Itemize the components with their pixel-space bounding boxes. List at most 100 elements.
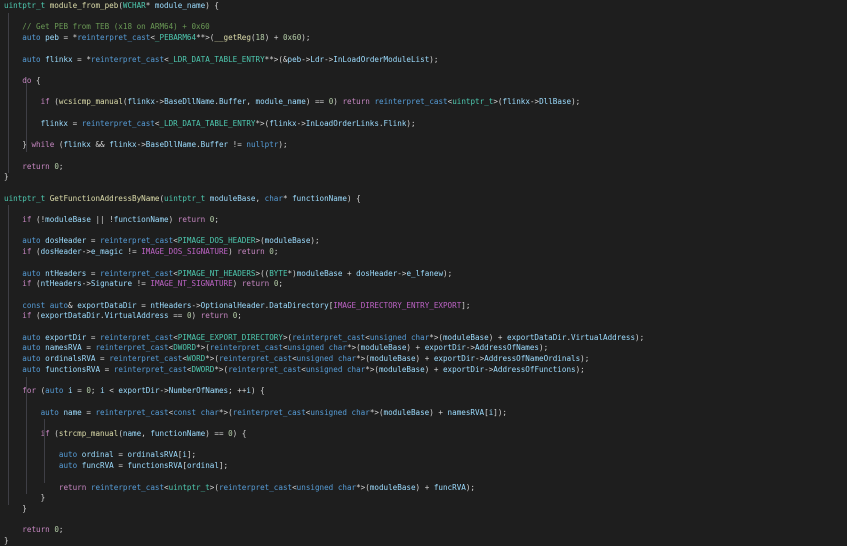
- code-line: if (exportDataDir.VirtualAddress == 0) r…: [4, 310, 242, 321]
- code-token: __getReg: [214, 33, 251, 43]
- code-token: return: [22, 161, 50, 171]
- code-token: ->: [484, 364, 494, 374]
- code-token: namesRVA: [447, 407, 485, 417]
- code-token: functionName: [150, 429, 206, 438]
- code-token: peb: [45, 33, 59, 43]
- code-token: = *: [72, 54, 91, 64]
- code-token: moduleBase: [45, 215, 91, 224]
- code-token: ): [191, 311, 201, 321]
- code-token: ;: [273, 247, 279, 257]
- code-token: ->: [191, 300, 201, 310]
- code-token: uintptr_t: [168, 482, 210, 492]
- code-token: ordinalsRVA: [45, 354, 96, 364]
- code-token: =: [100, 364, 114, 374]
- code-line: }: [4, 535, 9, 546]
- code-token: =: [86, 332, 101, 342]
- code-token: moduleBase: [369, 482, 416, 492]
- code-token: exportDir: [45, 332, 87, 342]
- code-token: ) +: [424, 364, 443, 374]
- code-token: IMAGE_DOS_SIGNATURE: [141, 247, 229, 257]
- code-token: reinterpret_cast: [77, 33, 151, 43]
- code-token: ;: [58, 525, 64, 535]
- code-token: );: [429, 54, 439, 64]
- code-token: ->: [475, 354, 485, 364]
- code-token: auto: [58, 461, 78, 471]
- code-token: ntHeaders: [40, 279, 82, 289]
- code-token: funcRVA: [433, 482, 466, 492]
- code-line: // Get PEB from TEB (x18 on ARM64) + 0x6…: [4, 21, 210, 32]
- code-token: exportDataDir: [40, 311, 101, 321]
- code-token: ) +: [264, 33, 283, 43]
- code-line: if (strcmp_manual(name, functionName) ==…: [4, 428, 247, 439]
- code-token: GetFunctionAddressByName: [49, 193, 160, 203]
- code-token: >(: [282, 332, 293, 342]
- code-token: exportDir: [433, 354, 475, 364]
- code-token: );: [465, 482, 476, 492]
- code-token: ) {: [232, 429, 247, 438]
- code-editor[interactable]: uintptr_t module_from_peb(WCHAR* module_…: [0, 0, 847, 545]
- code-token: dosHeader: [40, 247, 82, 257]
- code-token: module_from_peb: [49, 1, 119, 10]
- code-token: reinterpret_cast: [100, 268, 174, 278]
- code-token: ordinalsRVA: [127, 450, 178, 460]
- code-token: reinterpret_cast: [95, 407, 169, 417]
- code-token: reinterpret_cast: [292, 332, 366, 342]
- code-token: =: [113, 450, 128, 460]
- code-token: auto: [49, 300, 69, 310]
- code-token: *>(: [346, 343, 361, 353]
- code-token: auto: [22, 343, 41, 353]
- code-token: ->: [159, 386, 169, 396]
- code-token: reinterpret_cast: [374, 97, 448, 107]
- code-token: *>(: [218, 407, 233, 417]
- code-line: return 0;: [4, 524, 63, 535]
- code-token: <: [104, 386, 119, 396]
- code-token: WORD: [186, 354, 206, 364]
- code-token: );: [301, 33, 311, 43]
- code-token: =: [81, 407, 96, 417]
- code-token: name: [63, 407, 82, 417]
- code-token: for: [22, 386, 37, 396]
- code-token: }: [4, 503, 27, 513]
- code-token: moduleBase: [442, 332, 489, 342]
- code-token: BaseDllName: [164, 97, 215, 107]
- code-token: reinterpret_cast: [218, 354, 293, 364]
- code-token: ->: [154, 97, 165, 107]
- code-line: uintptr_t GetFunctionAddressByName(uintp…: [4, 193, 361, 204]
- code-token: ) +: [415, 354, 434, 364]
- indent-guide: [44, 419, 46, 484]
- code-token: functionName: [292, 193, 347, 203]
- code-token: {: [31, 75, 41, 85]
- code-token: return: [58, 482, 87, 492]
- code-line: uintptr_t module_from_peb(WCHAR* module_…: [4, 0, 219, 11]
- code-token: ->: [296, 118, 306, 128]
- code-token: // Get PEB from TEB (x18 on ARM64) + 0x6…: [22, 22, 210, 32]
- code-token: }: [4, 172, 9, 182]
- code-token: ->: [136, 140, 146, 150]
- code-line: for (auto i = 0; i < exportDir->NumberOf…: [4, 385, 264, 396]
- code-line: }: [4, 492, 46, 503]
- code-token: );: [635, 332, 645, 342]
- code-token: auto: [58, 450, 78, 460]
- code-token: *: [145, 1, 155, 10]
- code-token: AddressOfFunctions: [493, 364, 576, 374]
- code-token: e_lfanew: [406, 268, 444, 278]
- code-token: const: [22, 300, 46, 310]
- code-token: return: [342, 97, 370, 107]
- code-token: ntHeaders: [150, 300, 192, 310]
- code-token: exportDir: [424, 343, 466, 353]
- code-token: nullptr: [246, 140, 279, 150]
- code-token: reinterpret_cast: [100, 236, 174, 246]
- code-token: 0x60: [282, 33, 302, 43]
- code-token: +: [342, 268, 357, 278]
- code-token: moduleBase: [383, 407, 430, 417]
- code-token: _LDR_DATA_TABLE_ENTRY: [168, 54, 265, 64]
- indent-guide: [25, 376, 27, 495]
- code-token: e_magic: [90, 247, 123, 257]
- code-token: ; ++: [228, 386, 247, 396]
- code-token: functionsRVA: [127, 461, 183, 471]
- code-token: || !: [90, 215, 114, 224]
